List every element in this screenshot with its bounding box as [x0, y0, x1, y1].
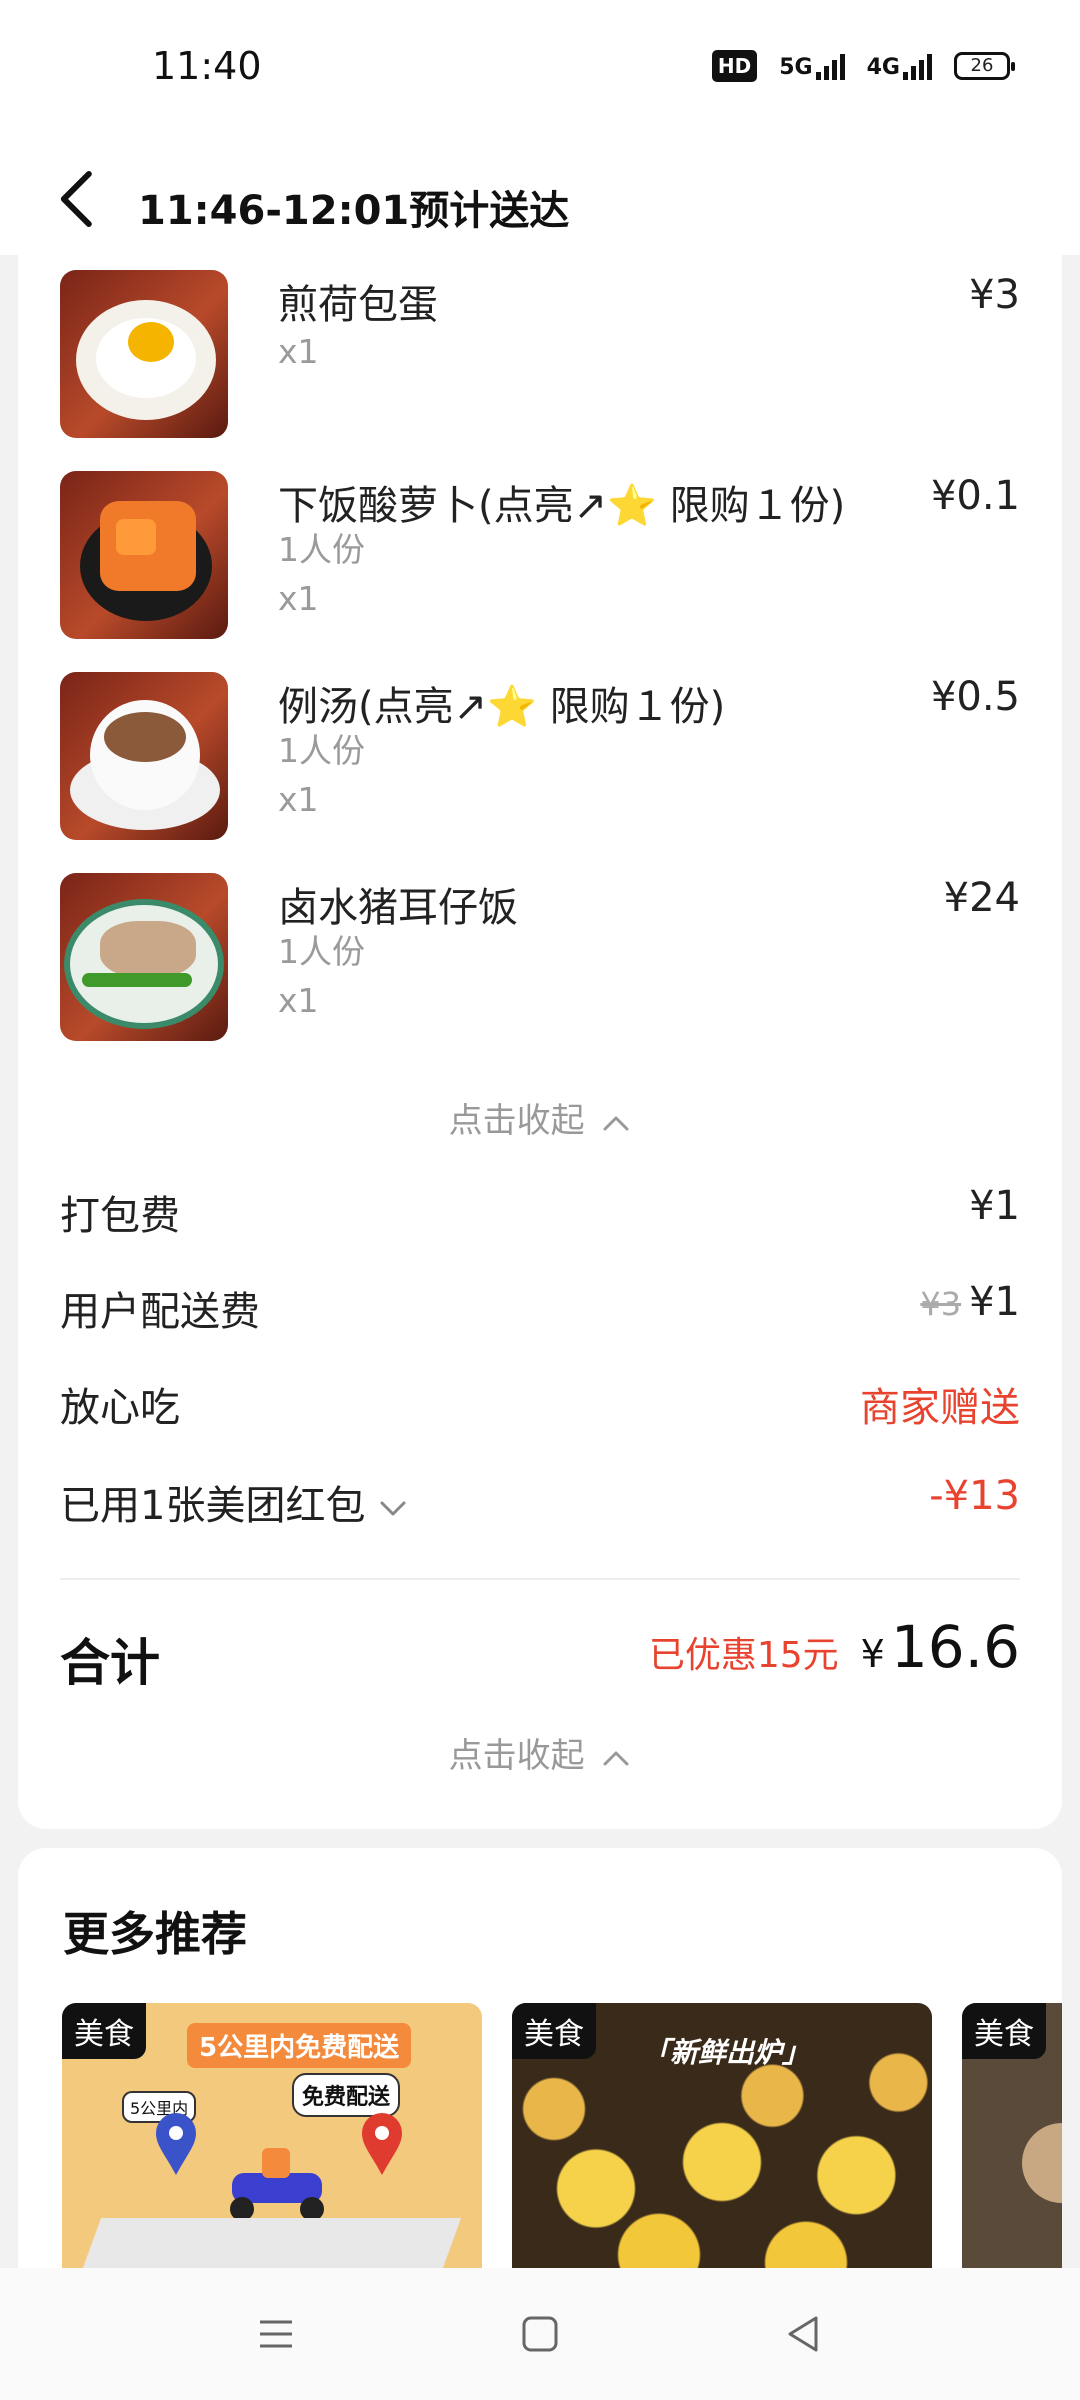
page-title: 11:46-12:01预计送达 [138, 188, 570, 234]
recommend-tile[interactable]: 「新鲜出炉」 美食 [512, 2003, 932, 2268]
redpacket-label: 已用1张美团红包 [60, 1473, 408, 1531]
total-amount: ¥16.6 [860, 1613, 1020, 1681]
battery-icon: 26 [954, 52, 1015, 80]
category-tag: 美食 [512, 2003, 596, 2059]
fee-label: 用户配送费 [60, 1289, 260, 1335]
order-item[interactable]: 卤水猪耳仔饭 1人份 x1 ¥24 [60, 873, 1020, 1043]
divider [60, 1578, 1020, 1580]
item-qty: x1 [278, 981, 319, 1020]
item-price: ¥3 [969, 272, 1020, 318]
saved-amount: 已优惠15元 [648, 1635, 839, 1676]
item-qty: x1 [278, 332, 319, 371]
item-spec: 1人份 [278, 530, 365, 569]
total-summary: 已优惠15元 ¥16.6 [649, 1613, 1020, 1681]
hd-voice-icon: HD [711, 50, 758, 82]
chevron-down-icon [380, 1501, 406, 1516]
order-item[interactable]: 例汤(点亮↗⭐ 限购１份) 1人份 x1 ¥0.5 [60, 672, 1020, 842]
status-time: 11:40 [152, 44, 262, 88]
map-ground [82, 2218, 462, 2268]
fee-label: 放心吃 [60, 1385, 180, 1431]
order-item[interactable]: 下饭酸萝卜(点亮↗⭐ 限购１份) 1人份 x1 ¥0.1 [60, 471, 1020, 641]
item-price: ¥0.5 [930, 674, 1020, 720]
tile-banner: 「新鲜出炉」 [642, 2036, 811, 2069]
item-qty: x1 [278, 780, 319, 819]
chevron-up-icon [603, 1751, 629, 1765]
collapse-summary-button[interactable]: 点击收起 [18, 1728, 1062, 1777]
item-image [60, 270, 228, 438]
delivery-fee-row: 用户配送费 ¥3 ¥1 [60, 1279, 1020, 1339]
recommendation-section: 更多推荐 5公里内免费配送 免费配送 5公里内 美食 「新鲜出炉」 美食 美食 [18, 1848, 1062, 2268]
recommend-tile[interactable]: 美食 [962, 2003, 1062, 2268]
item-qty: x1 [278, 579, 319, 618]
current-fee: ¥1 [969, 1279, 1020, 1325]
item-name: 煎荷包蛋 [278, 282, 438, 328]
menu-icon[interactable] [254, 2312, 298, 2356]
order-item[interactable]: 煎荷包蛋 x1 ¥3 [60, 270, 1020, 440]
item-price: ¥0.1 [930, 473, 1020, 519]
chevron-left-icon [60, 170, 92, 228]
packing-fee-row: 打包费 ¥1 [60, 1183, 1020, 1243]
collapse-label: 点击收起 [448, 1736, 585, 1776]
signal-4g-icon: 4G [867, 52, 932, 80]
item-spec: 1人份 [278, 932, 365, 971]
tile-banner: 5公里内免费配送 [187, 2023, 412, 2068]
item-price: ¥24 [943, 875, 1020, 921]
fee-value: ¥1 [969, 1183, 1020, 1229]
chevron-up-icon [603, 1116, 629, 1130]
recommend-tile[interactable]: 5公里内免费配送 免费配送 5公里内 美食 [62, 2003, 482, 2268]
scooter-icon [230, 2148, 324, 2221]
total-label: 合计 [60, 1634, 160, 1692]
section-title: 更多推荐 [63, 1907, 247, 1961]
collapse-items-button[interactable]: 点击收起 [18, 1093, 1062, 1142]
item-image [60, 672, 228, 840]
status-icons: HD 5G 4G 26 [711, 50, 1015, 82]
item-spec: 1人份 [278, 731, 365, 770]
category-tag: 美食 [962, 2003, 1046, 2059]
fee-value: -¥13 [929, 1473, 1020, 1519]
home-icon[interactable] [518, 2312, 562, 2356]
category-tag: 美食 [62, 2003, 146, 2059]
item-image [60, 471, 228, 639]
map-pin-icon [156, 2113, 196, 2175]
tile-badge: 免费配送 [292, 2073, 401, 2117]
page-header: 11:46-12:01预计送达 [0, 130, 1080, 255]
redpacket-row[interactable]: 已用1张美团红包 -¥13 [60, 1473, 1020, 1533]
order-detail-card: 煎荷包蛋 x1 ¥3 下饭酸萝卜(点亮↗⭐ 限购１份) 1人份 x1 ¥0.1 … [18, 255, 1062, 1829]
back-button[interactable] [56, 170, 106, 228]
fee-label: 打包费 [60, 1193, 180, 1239]
status-bar: 11:40 HD 5G 4G 26 [0, 0, 1080, 130]
collapse-label: 点击收起 [448, 1101, 585, 1141]
signal-5g-icon: 5G [779, 52, 845, 80]
fee-value: ¥3 ¥1 [920, 1279, 1020, 1325]
map-pin-icon [362, 2113, 402, 2175]
original-fee: ¥3 [920, 1285, 962, 1323]
tile-image [1022, 2123, 1062, 2203]
item-image [60, 873, 228, 1041]
system-nav-bar [0, 2268, 1080, 2400]
back-nav-icon[interactable] [782, 2312, 826, 2356]
fee-value: 商家赠送 [860, 1385, 1020, 1431]
assured-eat-row: 放心吃 商家赠送 [60, 1375, 1020, 1435]
